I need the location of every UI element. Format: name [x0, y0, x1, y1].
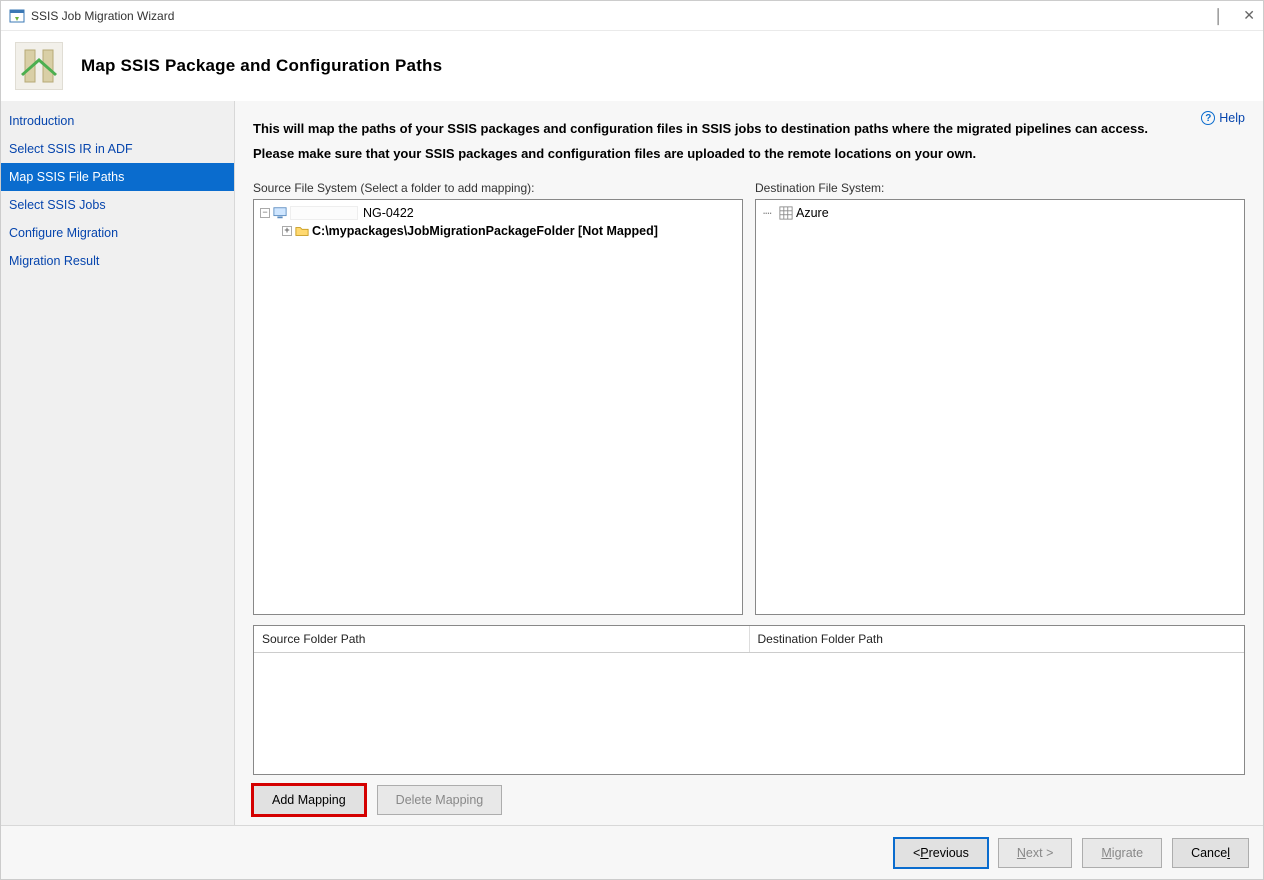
computer-icon	[273, 206, 287, 220]
source-folder-node[interactable]: + C:\mypackages\JobMigrationPackageFolde…	[260, 222, 736, 240]
folder-icon	[295, 224, 309, 238]
source-pane-label: Source File System (Select a folder to a…	[253, 181, 743, 195]
col-destination-folder: Destination Folder Path	[750, 626, 1245, 652]
wizard-body: Introduction Select SSIS IR in ADF Map S…	[1, 101, 1263, 825]
previous-button[interactable]: < Previous	[894, 838, 988, 868]
source-root-suffix: NG-0422	[363, 206, 414, 220]
sidebar-item-map-paths[interactable]: Map SSIS File Paths	[1, 163, 234, 191]
mapping-table-body[interactable]	[254, 653, 1244, 774]
help-label: Help	[1219, 111, 1245, 125]
wizard-window: SSIS Job Migration Wizard │ ✕ Map SSIS P…	[0, 0, 1264, 880]
titlebar: SSIS Job Migration Wizard │ ✕	[1, 1, 1263, 31]
wizard-sidebar: Introduction Select SSIS IR in ADF Map S…	[1, 101, 235, 825]
source-folder-label: C:\mypackages\JobMigrationPackageFolder …	[312, 224, 658, 238]
mapping-actions: Add Mapping Delete Mapping	[253, 785, 1245, 815]
wizard-footer: < Previous Next > Migrate Cancel	[1, 825, 1263, 879]
intro-text-1: This will map the paths of your SSIS pac…	[253, 119, 1233, 140]
delete-mapping-button: Delete Mapping	[377, 785, 503, 815]
intro-text-2: Please make sure that your SSIS packages…	[253, 144, 1233, 165]
help-link[interactable]: ? Help	[1201, 111, 1245, 125]
source-pane: Source File System (Select a folder to a…	[253, 181, 743, 615]
sidebar-item-result[interactable]: Migration Result	[1, 247, 234, 275]
add-mapping-button[interactable]: Add Mapping	[253, 785, 365, 815]
sidebar-item-select-jobs[interactable]: Select SSIS Jobs	[1, 191, 234, 219]
destination-root-node[interactable]: ···· Azure	[762, 204, 1238, 222]
collapse-icon[interactable]: −	[260, 208, 270, 218]
window-controls: │ ✕	[1215, 7, 1255, 24]
file-system-panes: Source File System (Select a folder to a…	[253, 181, 1245, 615]
destination-root-label: Azure	[796, 206, 829, 220]
cancel-button[interactable]: Cancel	[1172, 838, 1249, 868]
app-icon	[9, 8, 25, 24]
destination-pane: Destination File System: ····	[755, 181, 1245, 615]
divider-icon: │	[1215, 8, 1224, 24]
expand-icon[interactable]: +	[282, 226, 292, 236]
sidebar-item-introduction[interactable]: Introduction	[1, 107, 234, 135]
page-title: Map SSIS Package and Configuration Paths	[81, 56, 442, 76]
window-title: SSIS Job Migration Wizard	[31, 9, 174, 23]
mapping-table-header: Source Folder Path Destination Folder Pa…	[254, 626, 1244, 653]
source-tree[interactable]: − NG-0422 + C:\mypackag	[253, 199, 743, 615]
sidebar-item-select-ir[interactable]: Select SSIS IR in ADF	[1, 135, 234, 163]
mapping-table: Source Folder Path Destination Folder Pa…	[253, 625, 1245, 775]
wizard-content: ? Help This will map the paths of your S…	[235, 101, 1263, 825]
next-button: Next >	[998, 838, 1072, 868]
wizard-header-icon	[15, 42, 63, 90]
wizard-header: Map SSIS Package and Configuration Paths	[1, 31, 1263, 101]
migrate-button: Migrate	[1082, 838, 1162, 868]
azure-icon	[779, 206, 793, 220]
redacted-hostname	[290, 206, 358, 220]
source-root-node[interactable]: − NG-0422	[260, 204, 736, 222]
destination-tree[interactable]: ···· Azure	[755, 199, 1245, 615]
sidebar-item-configure[interactable]: Configure Migration	[1, 219, 234, 247]
col-source-folder: Source Folder Path	[254, 626, 750, 652]
help-icon: ?	[1201, 111, 1215, 125]
tree-connector-icon: ····	[762, 206, 776, 220]
close-icon[interactable]: ✕	[1243, 7, 1255, 24]
destination-pane-label: Destination File System:	[755, 181, 1245, 195]
